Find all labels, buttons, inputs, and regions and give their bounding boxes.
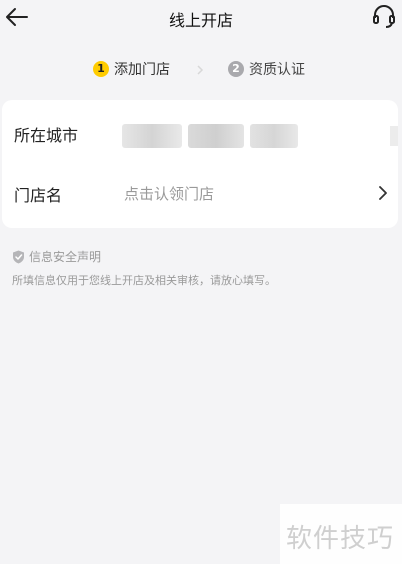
city-label: 所在城市 <box>14 126 79 145</box>
chevron-right-icon <box>197 65 204 75</box>
step-number: 1 <box>93 61 109 77</box>
customer-service-button[interactable] <box>372 4 396 30</box>
redacted-block <box>390 126 398 146</box>
redacted-block <box>122 124 182 148</box>
step-number: 2 <box>228 61 244 77</box>
city-row[interactable]: 所在城市 <box>2 104 398 164</box>
store-name-row[interactable]: 门店名 点击认领门店 <box>2 164 398 224</box>
page-title: 线上开店 <box>168 11 233 30</box>
notice-text: 所填信息仅用于您线上开店及相关审核，请放心填写。 <box>12 274 276 287</box>
security-notice: 信息安全声明 <box>12 248 101 265</box>
store-form-card: 所在城市 门店名 点击认领门店 <box>2 100 398 228</box>
step-label: 资质认证 <box>249 62 305 78</box>
redacted-block <box>250 124 298 148</box>
claim-store-placeholder[interactable]: 点击认领门店 <box>124 183 214 204</box>
store-name-label: 门店名 <box>14 186 63 205</box>
headset-icon <box>373 5 395 28</box>
notice-title: 信息安全声明 <box>29 250 102 264</box>
watermark-text: 软件技巧 <box>286 524 395 554</box>
step-label: 添加门店 <box>114 62 170 78</box>
progress-steps: 1 添加门店 2 资质认证 <box>0 52 402 86</box>
redacted-block <box>188 124 244 148</box>
step-qualification: 2 资质认证 <box>228 59 305 79</box>
shield-check-icon <box>13 250 24 263</box>
watermark: 软件技巧 <box>280 504 402 564</box>
header-bar: 线上开店 <box>0 0 402 34</box>
step-add-store: 1 添加门店 <box>93 59 170 79</box>
chevron-right-icon <box>379 186 387 200</box>
city-value-redacted[interactable] <box>122 124 302 148</box>
